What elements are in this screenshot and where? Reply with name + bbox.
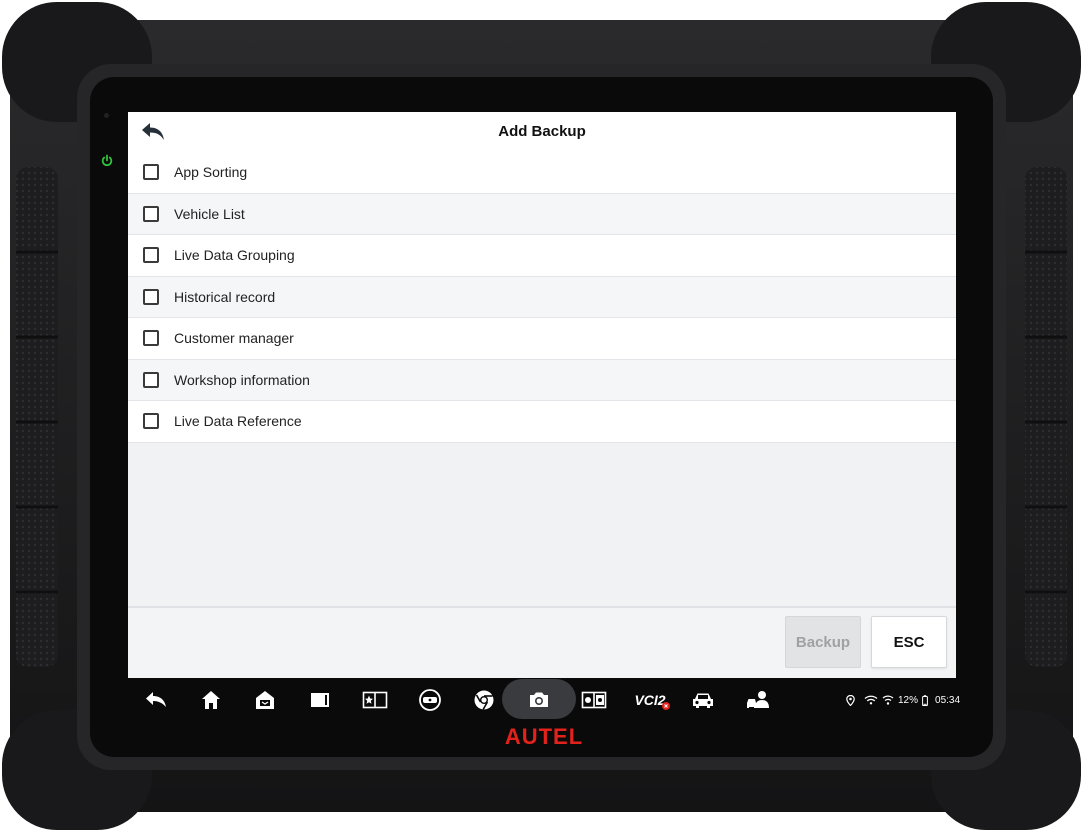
app-header: Add Backup — [128, 112, 956, 153]
clock: 05:34 — [935, 694, 961, 706]
esc-button[interactable]: ESC — [871, 616, 947, 668]
checkbox[interactable] — [143, 288, 159, 305]
checkbox[interactable] — [143, 371, 159, 388]
app-screen: Add Backup App Sorting Vehicle List Live… — [128, 112, 956, 678]
remote-support-icon[interactable] — [744, 686, 772, 714]
vci-label: VCI2 — [634, 692, 666, 708]
list-item-app-sorting[interactable]: App Sorting — [128, 152, 956, 194]
action-footer: Backup ESC — [128, 606, 956, 678]
brand-logo-text: AUTEL — [505, 724, 583, 748]
list-item-label: Vehicle List — [174, 205, 245, 222]
service-shop-icon[interactable] — [251, 686, 279, 714]
list-item-label: App Sorting — [174, 164, 248, 181]
list-item-workshop-information[interactable]: Workshop information — [128, 359, 956, 401]
vci-icon[interactable]: VCI2 — [632, 686, 670, 714]
backup-button[interactable]: Backup — [785, 616, 861, 668]
system-navigation-bar: VCI2 12% 05:34 — [128, 678, 960, 722]
window-icon[interactable] — [306, 686, 334, 714]
page-title: Add Backup — [498, 123, 586, 140]
list-item-label: Historical record — [174, 288, 276, 305]
vci-disconnected-badge-icon — [662, 702, 670, 710]
list-item-label: Customer manager — [174, 330, 294, 347]
list-item-live-data-reference[interactable]: Live Data Reference — [128, 401, 956, 443]
chrome-icon[interactable] — [470, 686, 498, 714]
autel-logo: AUTEL — [505, 724, 583, 748]
wifi-icon — [864, 695, 878, 705]
home-icon[interactable] — [197, 686, 225, 714]
checkbox[interactable] — [143, 205, 159, 222]
list-item-customer-manager[interactable]: Customer manager — [128, 318, 956, 360]
power-indicator-icon — [101, 154, 113, 166]
battery-percent: 12% — [898, 694, 919, 706]
back-icon[interactable] — [142, 686, 170, 714]
signal-icon — [882, 695, 894, 705]
checkbox[interactable] — [143, 413, 159, 430]
list-item-label: Live Data Reference — [174, 413, 302, 430]
checkbox[interactable] — [143, 330, 159, 347]
battery-icon — [922, 694, 928, 706]
list-item-label: Live Data Grouping — [174, 247, 295, 264]
list-item-label: Workshop information — [174, 371, 310, 388]
checkbox[interactable] — [143, 164, 159, 181]
location-icon — [846, 694, 855, 706]
front-camera — [104, 113, 109, 118]
status-bar: 12% 05:34 — [846, 692, 960, 708]
car-icon[interactable] — [689, 686, 717, 714]
camera-icon[interactable] — [525, 686, 553, 714]
backup-item-list: App Sorting Vehicle List Live Data Group… — [128, 152, 956, 443]
vci-tool-icon[interactable] — [416, 686, 444, 714]
list-item-live-data-grouping[interactable]: Live Data Grouping — [128, 235, 956, 277]
display-settings-icon[interactable] — [580, 686, 608, 714]
list-item-historical-record[interactable]: Historical record — [128, 276, 956, 318]
checkbox[interactable] — [143, 247, 159, 264]
favorites-icon[interactable] — [361, 686, 389, 714]
list-item-vehicle-list[interactable]: Vehicle List — [128, 193, 956, 235]
